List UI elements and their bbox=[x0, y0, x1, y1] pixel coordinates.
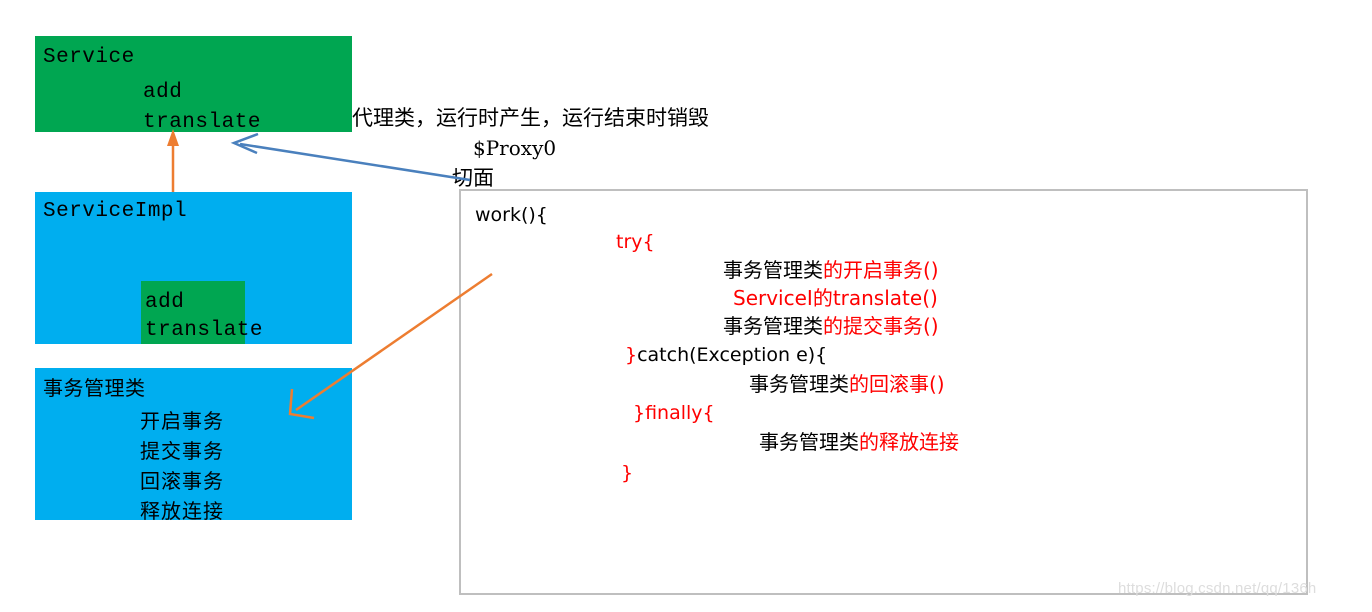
code-token-txmanager-4: 事务管理类 bbox=[759, 430, 859, 454]
service-class-title: Service bbox=[43, 46, 135, 69]
code-line-catch: }catch(Exception e){ bbox=[625, 343, 827, 367]
arrow-aspect-to-service bbox=[230, 132, 471, 182]
code-line-rollback-transaction: 事务管理类的回滚事() bbox=[749, 372, 945, 396]
code-token-service-translate: ServiceI的translate() bbox=[733, 286, 938, 310]
watermark-text: https://blog.csdn.net/qq/136h bbox=[1118, 580, 1317, 597]
code-token-catch: catch(Exception e){ bbox=[637, 344, 828, 366]
service-class-box: Service add translate bbox=[35, 36, 352, 134]
code-token-catch-brace: } bbox=[625, 344, 638, 366]
code-token-release-conn: 的释放连接 bbox=[859, 430, 959, 454]
code-token-begin-tx: 的开启事务() bbox=[823, 258, 939, 282]
note-aspect-label: 切面 bbox=[452, 166, 494, 190]
code-line-closing-brace: } bbox=[621, 461, 633, 485]
tx-method-rollback: 回滚事务 bbox=[140, 469, 224, 493]
code-line-begin-transaction: 事务管理类的开启事务() bbox=[723, 258, 939, 282]
serviceimpl-method-translate: translate bbox=[145, 319, 263, 342]
code-line-finally: }finally{ bbox=[633, 401, 715, 425]
code-token-finally: }finally{ bbox=[633, 402, 715, 424]
tx-method-begin: 开启事务 bbox=[140, 409, 224, 433]
code-token-closing-brace: } bbox=[621, 462, 634, 484]
tx-method-release: 释放连接 bbox=[140, 499, 224, 523]
service-method-translate: translate bbox=[143, 111, 261, 134]
serviceimpl-class-title: ServiceImpl bbox=[43, 200, 188, 223]
code-line-release-connection: 事务管理类的释放连接 bbox=[759, 430, 959, 454]
code-token-txmanager-1: 事务管理类 bbox=[723, 258, 823, 282]
code-line-work-signature: work(){ bbox=[475, 204, 548, 226]
note-proxy-description: 代理类，运行时产生，运行结束时销毁 bbox=[352, 106, 709, 130]
code-line-commit-transaction: 事务管理类的提交事务() bbox=[723, 314, 939, 338]
code-line-try: try{ bbox=[616, 230, 655, 254]
code-token-txmanager-3: 事务管理类 bbox=[749, 372, 849, 396]
tx-method-commit: 提交事务 bbox=[140, 439, 224, 463]
code-line-service-translate: ServiceI的translate() bbox=[733, 286, 938, 310]
code-token-try: try{ bbox=[616, 231, 655, 253]
code-token-commit-tx: 的提交事务() bbox=[823, 314, 939, 338]
service-method-add: add bbox=[143, 81, 183, 104]
transaction-manager-title: 事务管理类 bbox=[43, 376, 146, 400]
proxy-code-panel: work(){ try{ 事务管理类的开启事务() ServiceI的trans… bbox=[459, 189, 1308, 595]
code-token-rollback-tx: 的回滚事() bbox=[849, 372, 945, 396]
note-proxy-classname: $Proxy0 bbox=[473, 136, 557, 160]
code-token-txmanager-2: 事务管理类 bbox=[723, 314, 823, 338]
serviceimpl-method-add: add bbox=[145, 291, 185, 314]
arrow-impl-to-service bbox=[167, 129, 179, 192]
transaction-manager-class-box: 事务管理类 开启事务 提交事务 回滚事务 释放连接 bbox=[35, 368, 352, 523]
